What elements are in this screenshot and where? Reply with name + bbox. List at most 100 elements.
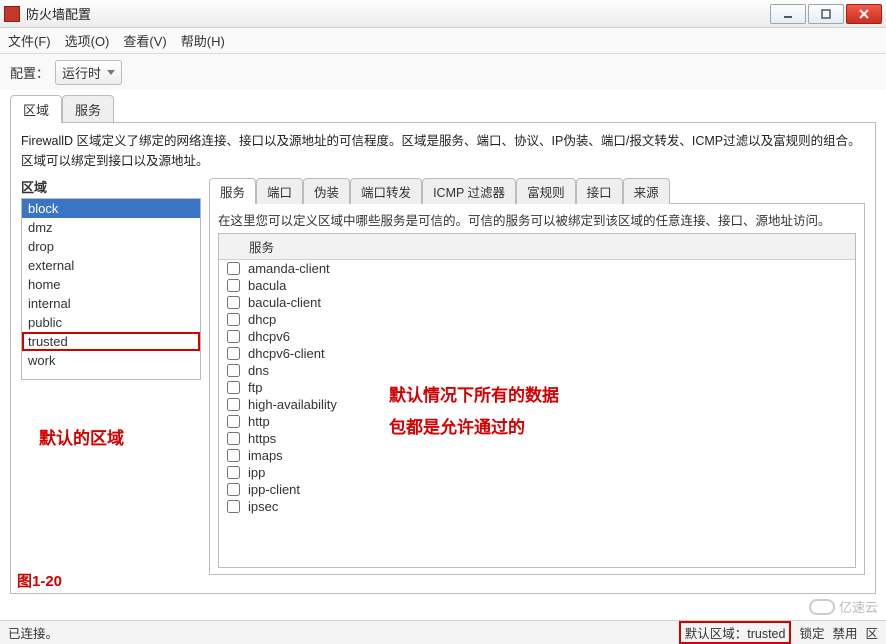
statusbar: 已连接。 默认区域：trusted 锁定 禁用 区 [0,620,886,644]
status-connected: 已连接。 [8,623,58,642]
zone-item-dmz[interactable]: dmz [22,218,200,237]
service-name: bacula [248,278,286,293]
service-name: bacula-client [248,295,321,310]
service-name: ftp [248,380,262,395]
service-name: high-availability [248,397,337,412]
zone-item-external[interactable]: external [22,256,200,275]
zone-item-work[interactable]: work [22,351,200,370]
service-name: https [248,431,276,446]
status-extra: 区 [865,623,878,642]
service-name: amanda-client [248,261,330,276]
tab-inner-ports[interactable]: 端口 [256,178,303,204]
menu-options[interactable]: 选项(O) [65,31,110,50]
tab-services[interactable]: 服务 [62,95,114,123]
config-label: 配置： [10,63,49,82]
services-column-header: 服务 [219,234,855,260]
figure-label: 图1-20 [17,570,62,591]
service-name: dhcpv6-client [248,346,325,361]
service-name: http [248,414,270,429]
service-row[interactable]: dns [219,362,855,379]
zone-item-trusted[interactable]: trusted [22,332,200,351]
service-checkbox[interactable] [227,313,240,326]
toolbar: 配置： 运行时 [0,54,886,90]
status-disable: 禁用 [832,623,857,642]
service-row[interactable]: https [219,430,855,447]
zone-list-header: 区域 [21,177,201,196]
close-button[interactable] [846,4,882,24]
service-row[interactable]: imaps [219,447,855,464]
service-name: imaps [248,448,283,463]
tab-inner-masquerade[interactable]: 伪装 [303,178,350,204]
tab-inner-interfaces[interactable]: 接口 [576,178,623,204]
service-checkbox[interactable] [227,330,240,343]
service-name: dhcp [248,312,276,327]
zone-list: blockdmzdropexternalhomeinternalpublictr… [21,198,201,380]
service-checkbox[interactable] [227,347,240,360]
menu-file[interactable]: 文件(F) [8,31,51,50]
zone-item-drop[interactable]: drop [22,237,200,256]
service-checkbox[interactable] [227,466,240,479]
service-name: ipp [248,465,265,480]
zone-item-home[interactable]: home [22,275,200,294]
menubar: 文件(F) 选项(O) 查看(V) 帮助(H) [0,28,886,54]
service-row[interactable]: bacula-client [219,294,855,311]
annotation-default-zone: 默认的区域 [39,424,201,449]
service-row[interactable]: high-availability [219,396,855,413]
menu-help[interactable]: 帮助(H) [181,31,225,50]
titlebar: 防火墙配置 [0,0,886,28]
zone-item-internal[interactable]: internal [22,294,200,313]
service-checkbox[interactable] [227,381,240,394]
menu-view[interactable]: 查看(V) [123,31,166,50]
outer-tabs: 区域 服务 [10,94,876,122]
services-panel: 在这里您可以定义区域中哪些服务是可信的。可信的服务可以被绑定到该区域的任意连接、… [209,203,865,575]
service-checkbox[interactable] [227,296,240,309]
service-row[interactable]: bacula [219,277,855,294]
cloud-icon [809,599,835,615]
service-name: dns [248,363,269,378]
zone-item-public[interactable]: public [22,313,200,332]
minimize-button[interactable] [770,4,806,24]
maximize-button[interactable] [808,4,844,24]
service-checkbox[interactable] [227,415,240,428]
service-checkbox[interactable] [227,364,240,377]
services-body[interactable]: 默认情况下所有的数据 包都是允许通过的 amanda-clientbaculab… [219,260,855,568]
service-row[interactable]: ftp [219,379,855,396]
window-title: 防火墙配置 [26,4,91,23]
service-checkbox[interactable] [227,449,240,462]
tab-inner-icmp-filter[interactable]: ICMP 过滤器 [422,178,516,204]
services-table: 服务 默认情况下所有的数据 包都是允许通过的 amanda-clientbacu… [218,233,856,568]
tab-zones[interactable]: 区域 [10,95,62,123]
service-row[interactable]: ipsec [219,498,855,515]
services-description: 在这里您可以定义区域中哪些服务是可信的。可信的服务可以被绑定到该区域的任意连接、… [218,210,856,229]
service-row[interactable]: amanda-client [219,260,855,277]
service-checkbox[interactable] [227,500,240,513]
service-checkbox[interactable] [227,432,240,445]
service-row[interactable]: dhcp [219,311,855,328]
tab-inner-sources[interactable]: 来源 [623,178,670,204]
service-row[interactable]: ipp-client [219,481,855,498]
service-row[interactable]: dhcpv6 [219,328,855,345]
config-value: 运行时 [62,63,101,82]
tab-inner-rich-rules[interactable]: 富规则 [516,178,576,204]
inner-tabs: 服务 端口 伪装 端口转发 ICMP 过滤器 富规则 接口 来源 [209,177,865,203]
tab-inner-port-forward[interactable]: 端口转发 [350,178,422,204]
config-dropdown[interactable]: 运行时 [55,60,122,85]
service-checkbox[interactable] [227,483,240,496]
tab-inner-services[interactable]: 服务 [209,178,256,204]
zones-panel: FirewallD 区域定义了绑定的网络连接、接口以及源地址的可信程度。区域是服… [10,122,876,594]
zone-item-block[interactable]: block [22,199,200,218]
service-checkbox[interactable] [227,398,240,411]
zones-description: FirewallD 区域定义了绑定的网络连接、接口以及源地址的可信程度。区域是服… [21,131,865,171]
service-name: ipp-client [248,482,300,497]
status-locked: 锁定 [799,623,824,642]
service-row[interactable]: dhcpv6-client [219,345,855,362]
service-checkbox[interactable] [227,279,240,292]
chevron-down-icon [107,70,115,75]
service-row[interactable]: ipp [219,464,855,481]
service-name: ipsec [248,499,278,514]
service-checkbox[interactable] [227,262,240,275]
watermark: 亿速云 [809,597,878,616]
service-row[interactable]: http [219,413,855,430]
service-name: dhcpv6 [248,329,290,344]
app-icon [4,6,20,22]
